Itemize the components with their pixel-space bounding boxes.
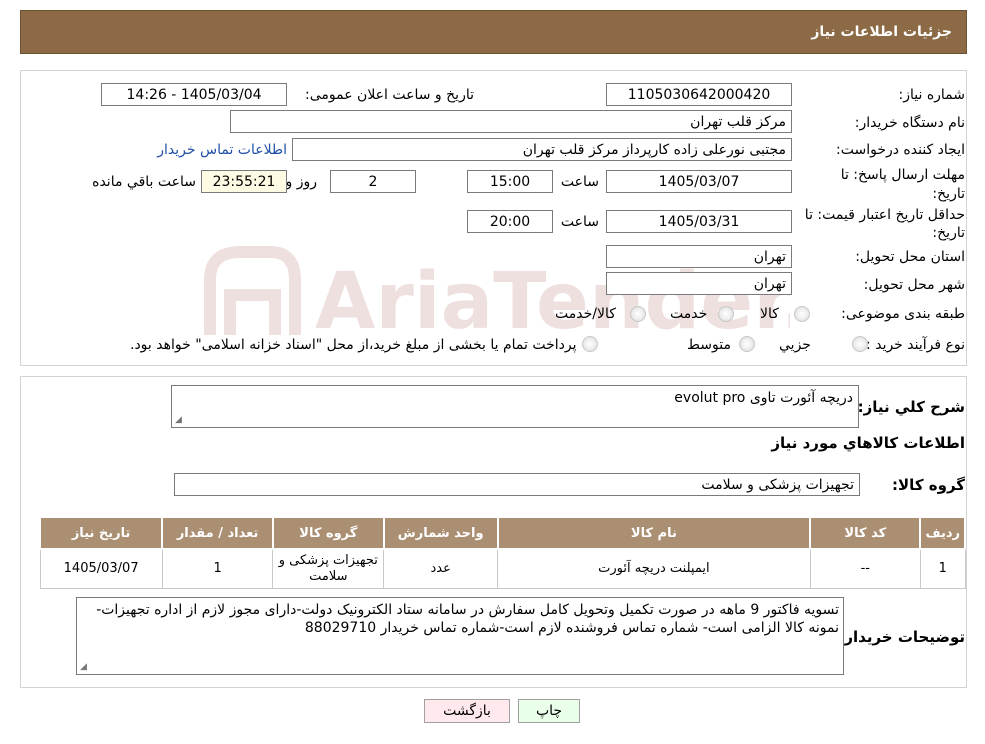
requester-field: مجتبی نورعلی زاده کارپرداز مرکز قلب تهرا… (292, 138, 792, 161)
back-button[interactable]: بازگشت (424, 699, 510, 723)
requester-label: ایجاد کننده درخواست: (836, 142, 965, 158)
cell-code: -- (809, 548, 921, 589)
cell-name: ایمپلنت دریچه آئورت (497, 548, 811, 589)
deadline-date-field: 1405/03/07 (606, 170, 792, 193)
cell-group: تجهیزات پزشکی و سلامت (272, 548, 385, 589)
description-textarea[interactable]: دریچه آئورت تاوی evolut pro ◢ (171, 385, 859, 428)
page-title: جزئیات اطلاعات نیاز (811, 24, 952, 40)
need-number-label: شماره نیاز: (898, 87, 966, 103)
remaining-days-field: 2 (330, 170, 416, 193)
process-note: پرداخت تمام یا بخشی از مبلغ خرید،از محل … (130, 337, 577, 353)
remaining-time-field: 23:55:21 (201, 170, 287, 193)
province-label: استان محل تحویل: (855, 249, 965, 265)
buyer-notes-textarea[interactable]: تسویه فاکتور 9 ماهه در صورت تکمیل وتحویل… (76, 597, 844, 675)
description-text: دریچه آئورت تاوی evolut pro (674, 390, 853, 406)
category-option-service: خدمت (670, 306, 708, 322)
process-option-minor: جزیي (779, 337, 811, 353)
col-header-unit: واحد شمارش (382, 516, 499, 550)
category-option-goods-service: کالا/خدمت (555, 306, 616, 322)
remaining-label: ساعت باقي مانده (92, 174, 196, 190)
city-field: تهران (606, 272, 792, 295)
buyer-notes-text: تسویه فاکتور 9 ماهه در صورت تکمیل وتحویل… (96, 602, 839, 636)
announce-datetime-field: 1405/03/04 - 14:26 (101, 83, 287, 106)
category-label: طبقه بندی موضوعی: (841, 306, 965, 322)
category-radio-service[interactable] (718, 306, 734, 322)
description-label: شرح کلي نياز: (857, 398, 965, 416)
goods-group-field: تجهیزات پزشکی و سلامت (174, 473, 860, 496)
col-header-row-num: رديف (919, 516, 966, 550)
buyer-notes-label: توضيحات خريدار: (838, 628, 965, 646)
page-header: جزئیات اطلاعات نیاز (20, 10, 967, 54)
resize-grip-icon: ◢ (175, 415, 182, 425)
table-header-row: رديف کد کالا نام کالا واحد شمارش گروه کا… (38, 516, 966, 550)
validity-date-field: 1405/03/31 (606, 210, 792, 233)
process-radio-treasury[interactable] (582, 336, 598, 352)
process-label: نوع فرآیند خرید : (866, 337, 965, 353)
process-radio-minor[interactable] (852, 336, 868, 352)
buyer-org-field: مرکز قلب تهران (230, 110, 792, 133)
col-header-group: گروه کالا (271, 516, 385, 550)
col-header-code: کد کالا (809, 516, 922, 550)
col-header-name: نام کالا (496, 516, 812, 550)
col-header-date: تاریخ نیاز (38, 516, 164, 550)
process-option-medium: متوسط (687, 337, 731, 353)
validity-label-date: تاريخ: (932, 225, 965, 241)
need-number-field: 1105030642000420 (606, 83, 792, 106)
days-label: روز و (285, 174, 318, 190)
print-button[interactable]: چاپ (518, 699, 580, 723)
table-row: 1 -- ایمپلنت دریچه آئورت عدد تجهیزات پزش… (39, 548, 966, 589)
category-radio-goods-service[interactable] (630, 306, 646, 322)
goods-group-label: گروه کالا: (892, 476, 965, 494)
col-header-quantity: تعداد / مقدار (161, 516, 274, 550)
province-field: تهران (606, 245, 792, 268)
announce-label: تاریخ و ساعت اعلان عمومی: (305, 87, 474, 103)
cell-row-num: 1 (919, 548, 966, 589)
cell-unit: عدد (383, 548, 499, 589)
city-label: شهر محل تحویل: (863, 277, 965, 293)
validity-time-label: ساعت (560, 214, 599, 230)
resize-grip-icon: ◢ (80, 662, 87, 672)
deadline-time-field: 15:00 (467, 170, 553, 193)
category-option-goods: کالا (760, 306, 779, 322)
cell-date: 1405/03/07 (39, 548, 163, 589)
goods-info-title: اطلاعات کالاهاي مورد نياز (771, 434, 965, 452)
buyer-org-label: نام دستگاه خریدار: (854, 115, 965, 131)
category-radio-goods[interactable] (794, 306, 810, 322)
deadline-label-date: تاریخ: (932, 186, 965, 202)
validity-label: حداقل تاريخ اعتبار قيمت: تا (804, 207, 965, 223)
cell-quantity: 1 (161, 548, 274, 589)
deadline-time-label: ساعت (560, 174, 599, 190)
deadline-label: مهلت ارسال پاسخ: تا (840, 167, 965, 183)
validity-time-field: 20:00 (467, 210, 553, 233)
goods-table: رديف کد کالا نام کالا واحد شمارش گروه کا… (38, 516, 966, 589)
buyer-contact-link[interactable]: اطلاعات تماس خریدار (157, 141, 287, 159)
process-radio-medium[interactable] (739, 336, 755, 352)
